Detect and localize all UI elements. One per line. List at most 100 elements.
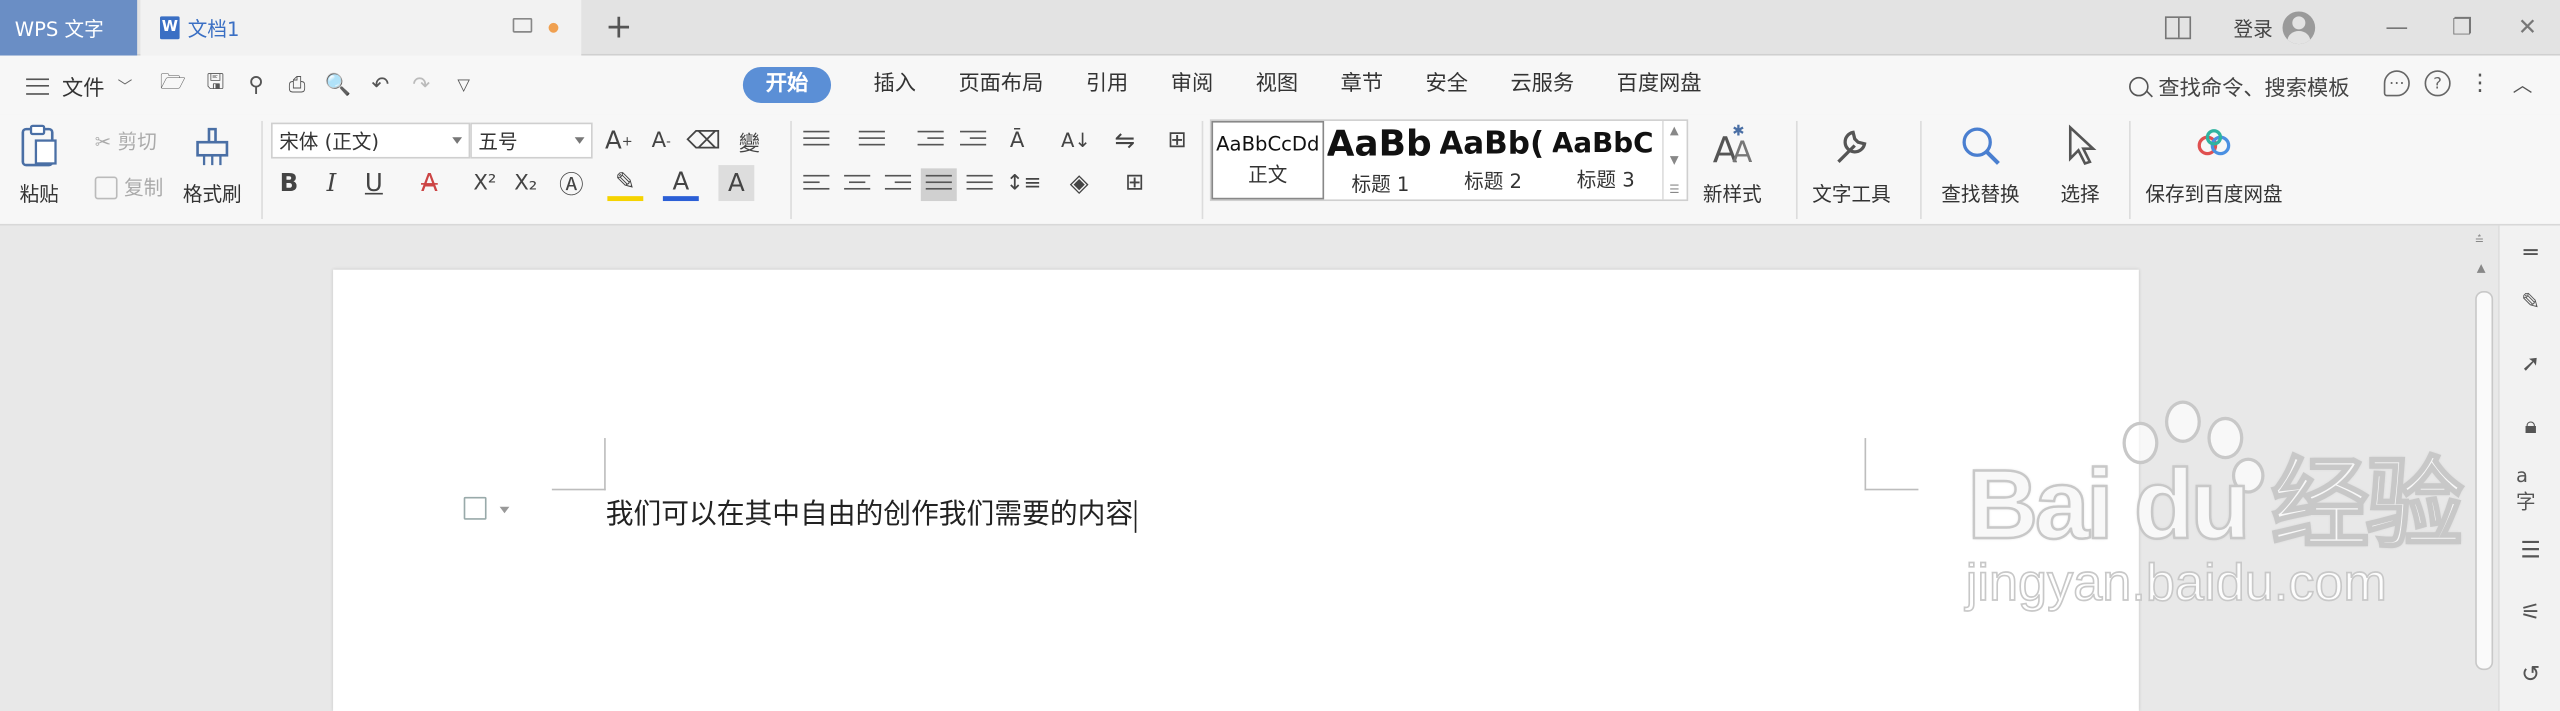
paste-button[interactable]: 粘贴	[16, 121, 62, 208]
export-pdf-icon[interactable]: ⚲	[243, 72, 269, 98]
distributed-icon[interactable]	[966, 174, 993, 195]
select-button[interactable]: 选择	[2057, 121, 2103, 208]
style-heading-2[interactable]: AaBb( 标题 2	[1437, 121, 1550, 199]
file-menu[interactable]: 文件 ﹀	[26, 70, 132, 101]
undo-icon[interactable]: ↶	[367, 72, 393, 98]
tab-page-layout[interactable]: 页面布局	[958, 67, 1043, 103]
clear-format-icon[interactable]: ⌫	[686, 123, 722, 159]
tab-review[interactable]: 审阅	[1171, 67, 1213, 103]
new-tab-button[interactable]: +	[601, 7, 637, 46]
layout-toggle-icon[interactable]	[2164, 16, 2192, 40]
superscript-icon[interactable]: X²	[467, 165, 503, 201]
vertical-scrollbar[interactable]: ⩮ ▲	[2468, 225, 2499, 711]
decrease-indent-icon[interactable]	[917, 130, 944, 151]
save-icon[interactable]: 🖫	[202, 70, 228, 98]
monitor-icon[interactable]	[512, 17, 533, 33]
tab-baidu-netdisk[interactable]: 百度网盘	[1617, 67, 1702, 103]
history-icon[interactable]: ↺	[2516, 660, 2545, 689]
tab-home[interactable]: 开始	[742, 67, 832, 103]
document-tab[interactable]: W 文档1	[140, 0, 582, 56]
avatar-icon[interactable]	[2282, 11, 2316, 45]
borders-icon[interactable]: ⊞	[1117, 165, 1153, 201]
document-page[interactable]: 我们可以在其中自由的创作我们需要的内容	[333, 269, 2139, 711]
help-icon[interactable]: ?	[2424, 70, 2451, 97]
tab-chapter[interactable]: 章节	[1341, 67, 1383, 103]
chevron-up-icon[interactable]: ▲	[1670, 124, 1679, 137]
open-folder-icon[interactable]: 🗁	[160, 70, 186, 98]
collapse-sidebar-icon[interactable]: ═	[2516, 239, 2545, 268]
scroll-up-icon[interactable]: ▲	[2477, 262, 2486, 275]
document-text[interactable]: 我们可以在其中自由的创作我们需要的内容	[606, 490, 1137, 533]
copy-button[interactable]: 复制	[94, 173, 163, 201]
new-style-button[interactable]: A A ✱ 新样式	[1703, 121, 1762, 208]
highlight-icon[interactable]: ✎	[607, 165, 644, 202]
tab-references[interactable]: 引用	[1086, 67, 1128, 103]
redo-icon[interactable]: ↷	[408, 72, 434, 98]
print-icon[interactable]: ⎙	[284, 72, 310, 98]
bold-icon[interactable]: B	[271, 165, 307, 201]
customize-toolbar-icon[interactable]: ▽	[451, 72, 477, 98]
text-effect-icon[interactable]: Ⓐ	[553, 165, 589, 201]
subscript-icon[interactable]: X₂	[508, 165, 544, 201]
bullet-list-icon[interactable]	[803, 130, 830, 151]
character-shading-icon[interactable]: A	[718, 165, 755, 202]
change-case-icon[interactable]: Ā	[999, 123, 1035, 159]
table-layout-icon[interactable]: ⊞	[1159, 123, 1195, 159]
tab-insert[interactable]: 插入	[874, 67, 916, 103]
comment-icon[interactable]: ···	[2383, 70, 2410, 97]
tab-view[interactable]: 视图	[1256, 67, 1298, 103]
style-normal[interactable]: AaBbCcDd 正文	[1211, 120, 1325, 200]
strikethrough-icon[interactable]: A	[411, 165, 447, 201]
tab-security[interactable]: 安全	[1426, 67, 1468, 103]
app-tab[interactable]: WPS 文字	[0, 0, 138, 56]
font-color-icon[interactable]: A	[662, 165, 699, 202]
cut-button[interactable]: ✂ 剪切	[95, 127, 157, 155]
expand-icon[interactable]: ☰	[1669, 183, 1679, 196]
justify-icon[interactable]	[920, 168, 957, 202]
underline-icon[interactable]: U	[356, 165, 392, 201]
save-to-baidu-button[interactable]: 保存到百度网盘	[2145, 121, 2283, 208]
decrease-font-icon[interactable]: A-	[643, 123, 679, 159]
style-heading-3[interactable]: AaBbC 标题 3	[1549, 121, 1662, 199]
pinyin-guide-icon[interactable]: 變	[731, 123, 767, 159]
align-center-icon[interactable]	[844, 174, 871, 195]
align-left-icon[interactable]	[803, 174, 830, 195]
italic-icon[interactable]: I	[313, 165, 349, 201]
find-replace-button[interactable]: 查找替换	[1941, 121, 2020, 208]
increase-indent-icon[interactable]	[960, 130, 987, 151]
translate-icon[interactable]: a字	[2516, 463, 2545, 512]
command-search[interactable]: 查找命令、搜索模板	[2129, 70, 2349, 101]
settings-sliders-icon[interactable]: ⚟	[2516, 598, 2545, 627]
styles-scroll[interactable]: ▲ ▼ ☰	[1662, 120, 1685, 200]
chevron-down-icon[interactable]: ▼	[1670, 154, 1679, 167]
split-view-icon[interactable]: ⩮	[2475, 232, 2484, 248]
lock-icon[interactable]: 🔒︎	[2516, 412, 2545, 441]
sort-icon[interactable]: A↓	[1058, 123, 1094, 159]
pen-edit-icon[interactable]: ✎	[2516, 288, 2545, 317]
restore-button[interactable]: ❐	[2429, 0, 2494, 56]
pointer-icon[interactable]: ➚	[2516, 350, 2545, 379]
line-spacing-icon[interactable]: ↕≡	[1006, 165, 1042, 201]
shading-icon[interactable]: ◈	[1061, 165, 1097, 201]
minimize-button[interactable]: —	[2364, 0, 2429, 56]
login-link[interactable]: 登录	[2234, 14, 2273, 42]
print-preview-icon[interactable]: 🔍	[325, 72, 351, 98]
style-heading-1[interactable]: AaBb 标题 1	[1324, 121, 1437, 199]
increase-font-icon[interactable]: A +	[601, 123, 637, 159]
font-size-select[interactable]: 五号	[470, 122, 593, 159]
close-button[interactable]: ✕	[2495, 0, 2560, 56]
text-tools-button[interactable]: 文字工具	[1812, 121, 1891, 208]
numbered-list-icon[interactable]	[858, 130, 885, 151]
chevron-down-icon[interactable]	[499, 506, 510, 514]
font-name-select[interactable]: 宋体 (正文)	[271, 122, 471, 159]
scrollbar-thumb[interactable]	[2475, 290, 2494, 671]
tab-cloud-service[interactable]: 云服务	[1510, 67, 1574, 103]
format-painter-button[interactable]: 格式刷	[183, 121, 242, 208]
collapse-ribbon-icon[interactable]: ︿	[2509, 70, 2535, 96]
outline-icon[interactable]: ☰	[2516, 536, 2545, 565]
align-right-icon[interactable]	[884, 174, 912, 195]
more-options-icon[interactable]: ⋮	[2467, 70, 2493, 96]
style-name: 标题 1	[1351, 172, 1410, 196]
show-marks-icon[interactable]: ⇋	[1107, 123, 1143, 159]
paragraph-layout-icon[interactable]	[463, 496, 487, 520]
